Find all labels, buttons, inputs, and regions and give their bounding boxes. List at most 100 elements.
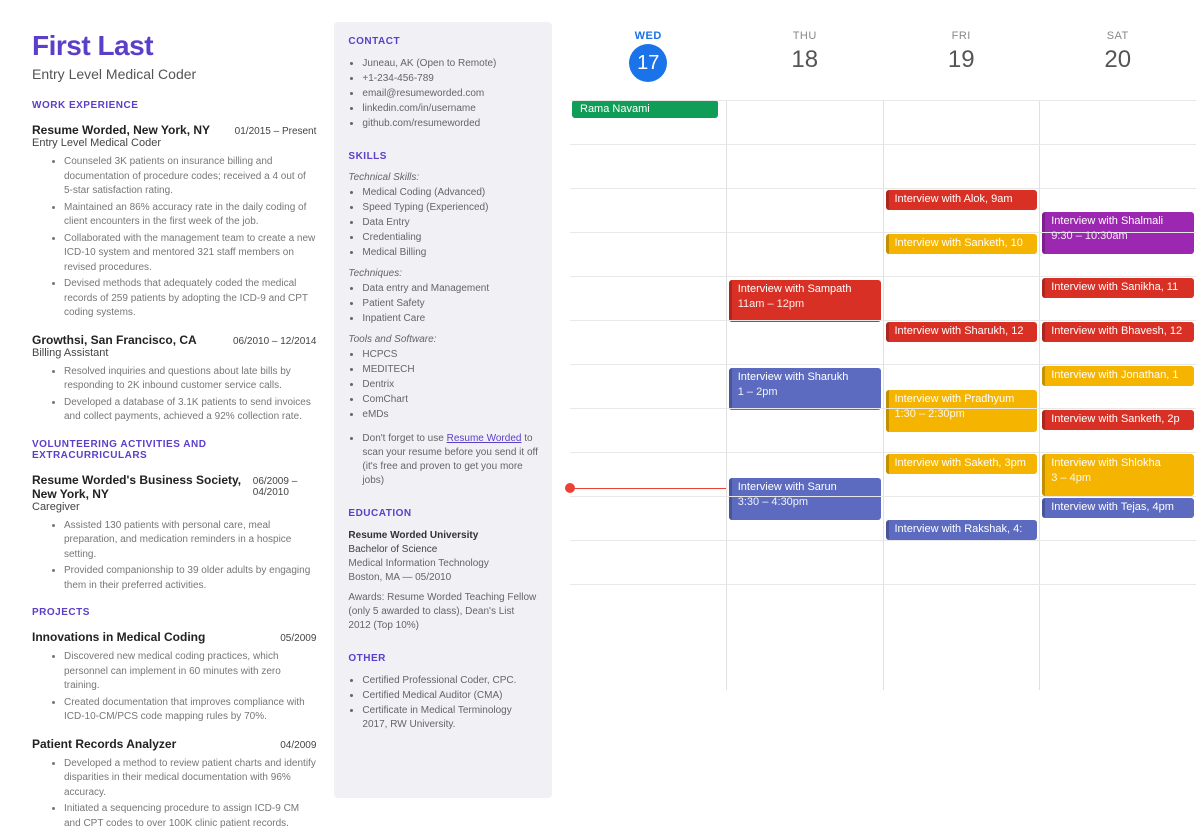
bullet: Initiated a sequencing procedure to assi… [64,802,316,831]
list-item: Patient Safety [362,297,538,311]
list-item: eMDs [362,408,538,422]
calendar-day-header[interactable]: FRI 19 [883,30,1040,100]
calendar-day-header[interactable]: SAT 20 [1040,30,1196,100]
calendar-event[interactable]: Interview with Sanketh, 2p [1042,410,1194,430]
job-company: Innovations in Medical Coding [32,630,205,644]
calendar-today-circle[interactable]: 17 [629,44,667,82]
list-item: HCPCS [362,348,538,362]
calendar-event[interactable]: Interview with Alok, 9am [886,190,1038,210]
calendar-event[interactable]: Interview with Sampath11am – 12pm [729,280,881,322]
event-title: Interview with Sharukh, 12 [895,325,1024,337]
job-company: Patient Records Analyzer [32,737,176,751]
list-item: Credentialing [362,231,538,245]
event-title: Interview with Bhavesh, 12 [1051,325,1182,337]
list-item: Speed Typing (Experienced) [362,201,538,215]
bullet: Discovered new medical coding practices,… [64,650,316,694]
calendar-dow: FRI [883,30,1040,42]
list-item: Certified Professional Coder, CPC. [362,674,538,688]
bullet: Created documentation that improves comp… [64,696,316,725]
bullet: Maintained an 86% accuracy rate in the d… [64,201,316,230]
allday-event[interactable]: Rama Navami [572,100,718,118]
event-title: Interview with Jonathan, 1 [1051,369,1178,381]
skills-tools-sub: Tools and Software: [348,334,538,345]
list-item: Certificate in Medical Terminology 2017,… [362,704,538,732]
job-date: 06/2009 – 04/2010 [253,476,317,498]
event-title: Interview with Saketh, 3pm [895,457,1026,469]
resume-side-column: CONTACT Juneau, AK (Open to Remote)+1-23… [334,22,552,798]
job-bullets: Resolved inquiries and questions about l… [32,365,316,425]
list-item: Dentrix [362,378,538,392]
skills-tech-list: Medical Coding (Advanced)Speed Typing (E… [348,186,538,260]
list-item: Data Entry [362,216,538,230]
candidate-name: First Last [32,30,316,62]
event-title: Interview with Sampath [738,283,852,295]
calendar-event[interactable]: Interview with Sanketh, 10 [886,234,1038,254]
calendar-day-header[interactable]: WED 17 [570,30,727,100]
list-item: Medical Coding (Advanced) [362,186,538,200]
calendar-day-num[interactable]: 18 [727,46,884,74]
calendar-dow: WED [570,30,727,42]
section-edu-header: EDUCATION [348,508,538,519]
calendar-body[interactable]: Rama Navami Interview with Sampath11am –… [570,100,1196,690]
bullet: Developed a database of 3.1K patients to… [64,396,316,425]
edu-awards: Awards: Resume Worded Teaching Fellow (o… [348,591,538,633]
calendar-event[interactable]: Interview with Sarun 3:30 – 4:30pm [729,478,881,520]
job-bullets: Counseled 3K patients on insurance billi… [32,155,316,321]
event-title: Interview with Pradhyum [895,393,1015,405]
candidate-title: Entry Level Medical Coder [32,66,316,82]
calendar-event[interactable]: Interview with Bhavesh, 12 [1042,322,1194,342]
list-item: +1-234-456-789 [362,72,538,86]
calendar-event[interactable]: Interview with Sanikha, 11 [1042,278,1194,298]
job-bullets: Discovered new medical coding practices,… [32,650,316,725]
job-company: Resume Worded's Business Society, New Yo… [32,473,253,501]
calendar-event[interactable]: Interview with Sharukh1 – 2pm [729,368,881,410]
calendar-event[interactable]: Interview with Jonathan, 1 [1042,366,1194,386]
calendar-event[interactable]: Interview with Tejas, 4pm [1042,498,1194,518]
calendar-day-num[interactable]: 20 [1040,46,1196,74]
section-proj-header: PROJECTS [32,607,316,618]
list-item: Inpatient Care [362,312,538,326]
contact-list: Juneau, AK (Open to Remote)+1-234-456-78… [348,57,538,131]
resume-main-column: First Last Entry Level Medical Coder WOR… [32,30,316,798]
section-other-header: OTHER [348,653,538,664]
resume-worded-link[interactable]: Resume Worded [447,433,522,444]
calendar-event[interactable]: Interview with Pradhyum1:30 – 2:30pm [886,390,1038,432]
bullet: Assisted 130 patients with personal care… [64,519,316,563]
edu-degree: Bachelor of Science [348,543,538,557]
other-list: Certified Professional Coder, CPC.Certif… [348,674,538,732]
list-item: Data entry and Management [362,282,538,296]
job-company: Growthsi, San Francisco, CA [32,333,197,347]
job-date: 06/2010 – 12/2014 [233,336,316,347]
event-title: Interview with Sanikha, 11 [1051,281,1178,293]
edu-loc: Boston, MA — 05/2010 [348,571,538,585]
bullet: Collaborated with the management team to… [64,232,316,276]
event-title: Interview with Tejas, 4pm [1051,501,1174,513]
edu-school: Resume Worded University [348,529,538,543]
job-title: Entry Level Medical Coder [32,137,210,149]
section-vol-header: VOLUNTEERING ACTIVITIES AND EXTRACURRICU… [32,439,316,461]
calendar-dow: SAT [1040,30,1196,42]
calendar-panel: WED 17 THU 18 FRI 19SAT 20 Rama Navami Intervi… [570,0,1196,818]
list-item: Certified Medical Auditor (CMA) [362,689,538,703]
calendar-header: WED 17 THU 18 FRI 19SAT 20 [570,30,1196,100]
job-bullets: Developed a method to review patient cha… [32,757,316,831]
skills-tools-list: HCPCSMEDITECHDentrixComCharteMDs [348,348,538,422]
calendar-dow: THU [727,30,884,42]
calendar-day-header[interactable]: THU 18 [727,30,884,100]
event-title: Interview with Rakshak, 4: [895,523,1023,535]
event-title: Interview with Alok, 9am [895,193,1013,205]
calendar-day-num[interactable]: 19 [883,46,1040,74]
calendar-event[interactable]: Interview with Shalmali9:30 – 10:30am [1042,212,1194,254]
event-time: 3 – 4pm [1051,472,1091,484]
event-title: Interview with Sanketh, 10 [895,237,1023,249]
calendar-event[interactable]: Interview with Rakshak, 4: [886,520,1038,540]
event-title: Interview with Sarun [738,481,837,493]
calendar-event[interactable]: Interview with Sharukh, 12 [886,322,1038,342]
skills-tech-sub: Technical Skills: [348,172,538,183]
now-dot-icon [565,483,575,493]
calendar-event[interactable]: Interview with Saketh, 3pm [886,454,1038,474]
job-title: Caregiver [32,501,253,513]
event-time: 3:30 – 4:30pm [738,496,808,508]
event-title: Interview with Sanketh, 2p [1051,413,1179,425]
calendar-event[interactable]: Interview with Shlokha3 – 4pm [1042,454,1194,496]
